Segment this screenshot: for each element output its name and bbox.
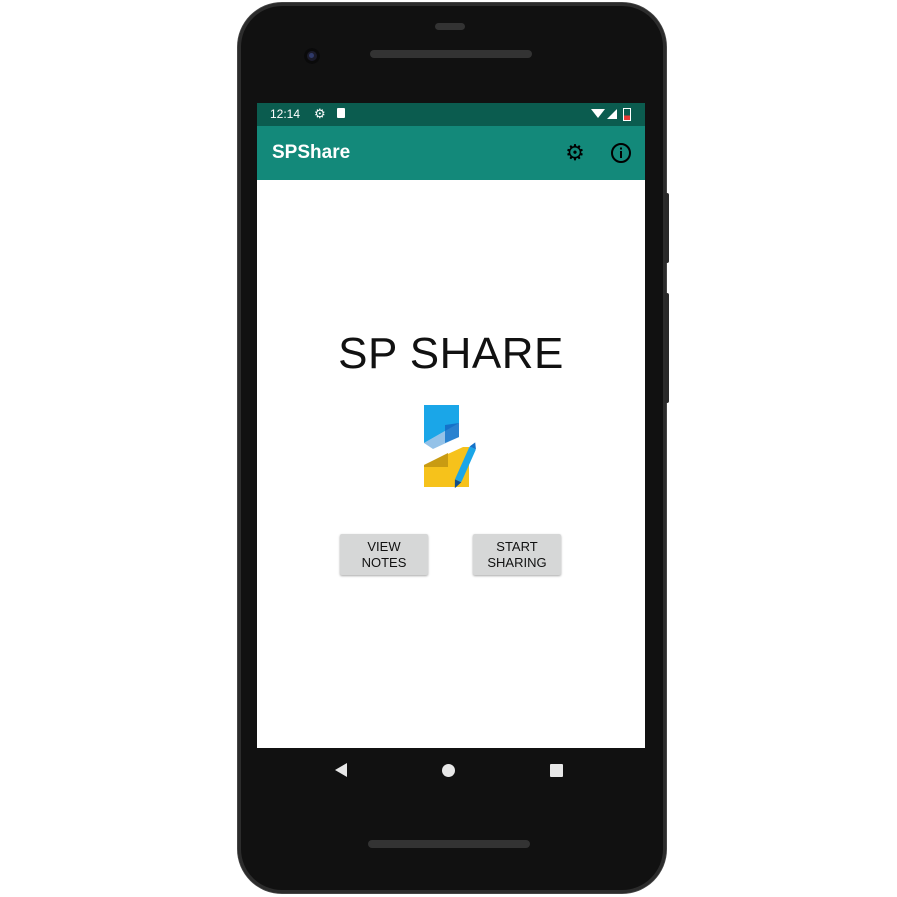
status-time: 12:14 — [270, 107, 301, 121]
recents-icon[interactable] — [550, 764, 563, 777]
back-icon[interactable] — [335, 763, 347, 777]
app-bar: SPShare ⚙ — [257, 126, 645, 180]
sd-card-icon — [337, 108, 345, 118]
front-camera — [304, 48, 320, 64]
wifi-icon — [591, 109, 605, 118]
gear-icon: ⚙ — [314, 106, 326, 121]
bottom-speaker — [368, 840, 530, 848]
app-headline: SP SHARE — [338, 329, 564, 378]
status-bar: 12:14 ⚙ — [257, 103, 645, 126]
settings-gear-icon[interactable]: ⚙ — [563, 141, 587, 165]
home-icon[interactable] — [442, 764, 455, 777]
phone-frame: 12:14 ⚙ SPShare ⚙ SP SHARE VIEW NOTES ST… — [238, 3, 669, 893]
battery-icon — [623, 108, 631, 121]
screen: 12:14 ⚙ SPShare ⚙ SP SHARE VIEW NOTES ST… — [257, 103, 645, 748]
start-sharing-button[interactable]: START SHARING — [473, 534, 561, 575]
front-sensor — [435, 23, 465, 30]
view-notes-button[interactable]: VIEW NOTES — [340, 534, 428, 575]
top-speaker — [370, 50, 532, 58]
info-icon[interactable] — [609, 141, 633, 165]
volume-button — [665, 293, 669, 403]
sp-share-logo — [421, 403, 487, 489]
power-button — [665, 193, 669, 263]
signal-icon — [607, 109, 617, 119]
app-title: SPShare — [272, 142, 351, 163]
